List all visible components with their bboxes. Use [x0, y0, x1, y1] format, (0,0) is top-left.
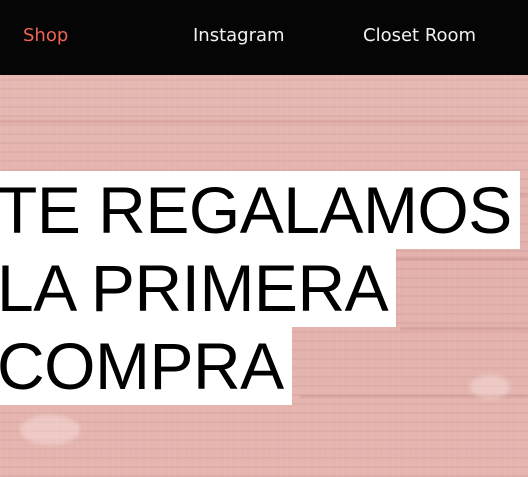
headline-line-1: TE REGALAMOS	[0, 171, 520, 249]
nav-link-closet-room[interactable]: Closet Room	[363, 24, 476, 48]
headline-line-2: LA PRIMERA	[0, 249, 397, 327]
page: Shop Instagram Closet Room TE REGALAMOS …	[0, 0, 528, 477]
nav-link-instagram[interactable]: Instagram	[193, 24, 285, 48]
top-navigation: Shop Instagram Closet Room	[0, 0, 528, 75]
headline-line-3: COMPRA	[0, 327, 292, 405]
nav-link-shop[interactable]: Shop	[23, 24, 68, 48]
hero-headline: TE REGALAMOS LA PRIMERA COMPRA	[0, 171, 520, 405]
wall-stain	[20, 415, 80, 445]
wall-texture-line	[0, 120, 528, 123]
hero-banner: TE REGALAMOS LA PRIMERA COMPRA	[0, 75, 528, 477]
